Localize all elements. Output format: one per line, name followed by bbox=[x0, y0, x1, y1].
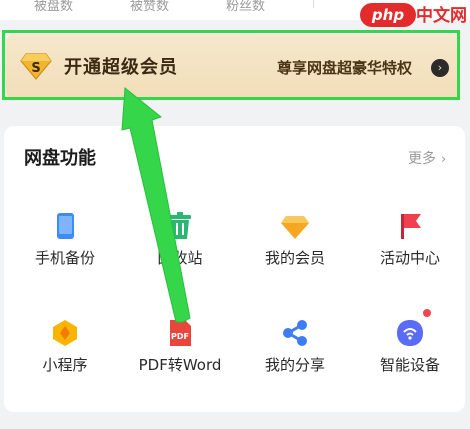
feature-item-label: 我的分享 bbox=[264, 356, 325, 374]
feature-item-label: 回收站 bbox=[157, 249, 203, 267]
feature-item[interactable]: 手机备份 bbox=[10, 210, 120, 280]
feature-item[interactable]: 智能设备 bbox=[355, 309, 465, 387]
feature-item-label: 小程序 bbox=[42, 356, 88, 374]
feature-item[interactable]: 回收站 bbox=[125, 210, 235, 280]
watermark-logo: php 中文网 bbox=[360, 3, 468, 29]
share-icon bbox=[279, 317, 311, 349]
features-title: 网盘功能 bbox=[24, 148, 96, 169]
hexagon-icon bbox=[49, 317, 81, 349]
feature-item-label: 手机备份 bbox=[34, 249, 95, 267]
flag-icon bbox=[394, 210, 426, 242]
notification-dot bbox=[423, 309, 431, 317]
svg-text:S: S bbox=[31, 61, 40, 76]
stat-shared-label[interactable]: 被盘数 bbox=[34, 0, 73, 15]
vip-diamond-icon: S bbox=[20, 53, 52, 80]
chevron-right-icon[interactable]: › bbox=[441, 152, 446, 168]
smart-device-icon bbox=[394, 317, 426, 349]
feature-item-label: 我的会员 bbox=[264, 249, 325, 267]
feature-item[interactable]: 小程序 bbox=[10, 317, 120, 387]
feature-item[interactable]: 我的会员 bbox=[240, 210, 350, 280]
svg-text:PDF: PDF bbox=[171, 332, 189, 341]
feature-item[interactable]: PDF PDF转Word bbox=[125, 317, 235, 387]
stats-divider bbox=[313, 0, 314, 8]
feature-item[interactable]: 我的分享 bbox=[240, 317, 350, 387]
stat-likes-label[interactable]: 被赞数 bbox=[130, 0, 169, 15]
more-link[interactable]: 更多 bbox=[408, 150, 436, 168]
feature-item-label: PDF转Word bbox=[138, 356, 222, 374]
feature-item[interactable]: 活动中心 bbox=[355, 210, 465, 280]
stat-fans-label[interactable]: 粉丝数 bbox=[226, 0, 265, 15]
vip-title: 开通超级会员 bbox=[64, 57, 178, 78]
recycle-bin-icon bbox=[164, 210, 196, 242]
pdf-icon: PDF bbox=[164, 317, 196, 349]
feature-item-label: 智能设备 bbox=[379, 356, 440, 374]
feature-item-label: 活动中心 bbox=[379, 249, 440, 267]
vip-arrow-icon[interactable]: › bbox=[431, 59, 449, 77]
diamond-icon bbox=[279, 210, 311, 242]
watermark-suffix: 中文网 bbox=[416, 6, 467, 26]
phone-backup-icon bbox=[49, 210, 81, 242]
watermark-brand: php bbox=[360, 3, 416, 27]
vip-subtitle: 尊享网盘超豪华特权 bbox=[277, 59, 413, 77]
